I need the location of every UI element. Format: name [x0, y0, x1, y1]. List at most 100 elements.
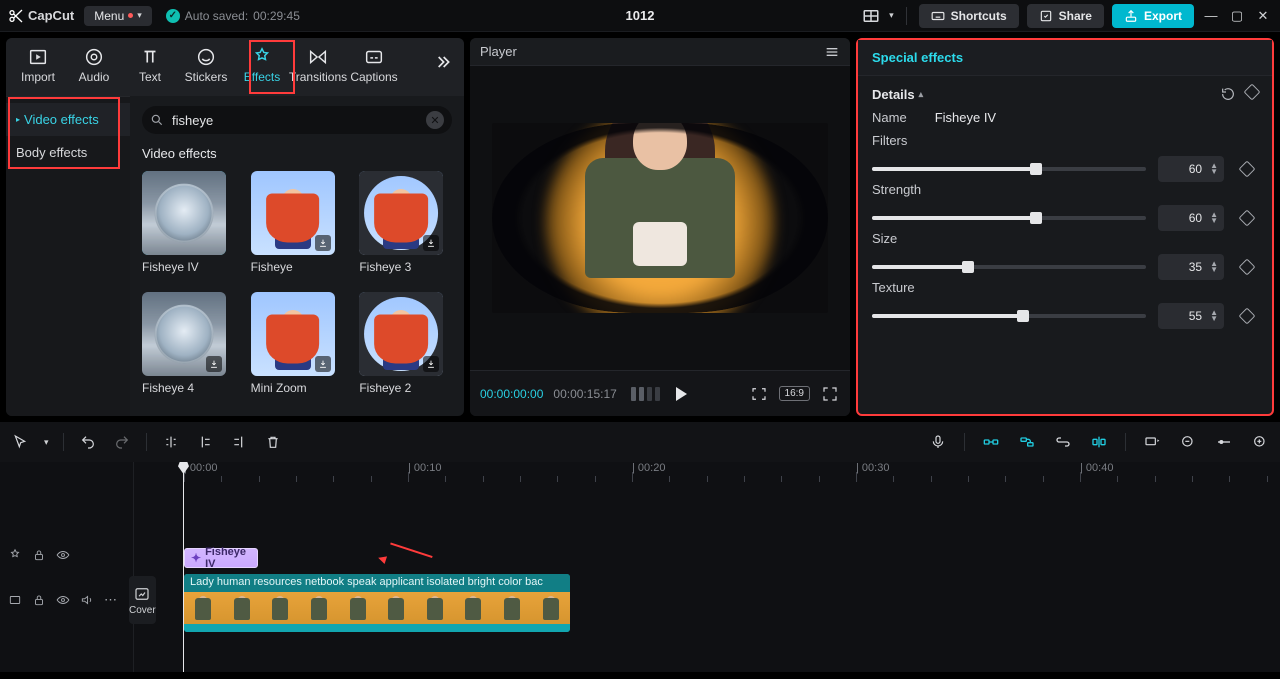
notification-dot-icon [128, 13, 133, 18]
param-slider[interactable] [872, 216, 1146, 220]
timeline: ⋯ Cover | 00:00| 00:10| 00:20| 00:30| 00… [0, 462, 1280, 672]
effect-thumb[interactable] [359, 292, 443, 376]
effect-label: Fisheye [251, 260, 340, 274]
align-tracks-icon[interactable] [1089, 432, 1109, 452]
eye-icon[interactable] [56, 593, 70, 607]
player-menu-icon[interactable] [824, 44, 840, 60]
keyframe-icon[interactable] [1239, 161, 1256, 178]
effect-thumb[interactable] [359, 171, 443, 255]
timeline-ruler[interactable]: | 00:00| 00:10| 00:20| 00:30| 00:40 [134, 462, 1280, 482]
param-label: Size [872, 231, 1258, 246]
zoom-out-icon[interactable] [1178, 432, 1198, 452]
search-input[interactable] [170, 112, 420, 129]
download-icon[interactable] [423, 356, 439, 372]
export-button[interactable]: Export [1112, 4, 1194, 28]
effect-clip[interactable]: ✦ Fisheye IV [184, 548, 258, 568]
download-icon[interactable] [423, 235, 439, 251]
play-button[interactable] [676, 387, 687, 401]
player-canvas[interactable] [470, 66, 850, 370]
param-spinbox[interactable]: 60▲▼ [1158, 156, 1224, 182]
lock-icon[interactable] [32, 593, 46, 607]
minimize-button[interactable]: — [1202, 8, 1220, 23]
effect-label: Mini Zoom [251, 381, 340, 395]
tabs-overflow[interactable] [432, 44, 460, 72]
effect-card[interactable]: Fisheye 2 [359, 292, 448, 395]
video-clip[interactable]: Lady human resources netbook speak appli… [184, 574, 570, 632]
redo-icon[interactable] [112, 432, 132, 452]
clear-icon[interactable]: ✕ [426, 111, 444, 129]
preview-render-icon[interactable] [1142, 432, 1162, 452]
trim-left-icon[interactable] [195, 432, 215, 452]
param-spinbox[interactable]: 35▲▼ [1158, 254, 1224, 280]
param-spinbox[interactable]: 55▲▼ [1158, 303, 1224, 329]
keyframe-icon[interactable] [1239, 259, 1256, 276]
mic-icon[interactable] [928, 432, 948, 452]
speaker-icon[interactable] [80, 593, 94, 607]
timeline-body[interactable]: | 00:00| 00:10| 00:20| 00:30| 00:40 ✦ Fi… [134, 462, 1280, 672]
sidebar-item-label: Video effects [24, 112, 99, 127]
keyframe-icon[interactable] [1239, 308, 1256, 325]
effect-card[interactable]: Fisheye 3 [359, 171, 448, 274]
trim-right-icon[interactable] [229, 432, 249, 452]
main-grid: Import Audio Text Stickers Effects Trans… [0, 32, 1280, 422]
split-icon[interactable] [161, 432, 181, 452]
sidebar-item-video-effects[interactable]: ▸ Video effects [6, 103, 130, 136]
effects-track[interactable]: ✦ Fisheye IV [184, 548, 1280, 568]
delete-icon[interactable] [263, 432, 283, 452]
close-button[interactable]: ✕ [1254, 8, 1272, 24]
scale-fit-icon[interactable] [749, 384, 769, 404]
video-track[interactable]: Lady human resources netbook speak appli… [184, 574, 1280, 632]
menu-button[interactable]: Menu ▾ [84, 6, 152, 26]
tab-transitions[interactable]: Transitions [290, 44, 346, 86]
more-icon[interactable]: ⋯ [104, 592, 119, 608]
layout-chevron-down-icon[interactable]: ▾ [889, 10, 894, 21]
keyframe-icon[interactable] [1239, 210, 1256, 227]
param-slider[interactable] [872, 167, 1146, 171]
link-track-icon[interactable] [1017, 432, 1037, 452]
star-icon[interactable] [8, 548, 22, 562]
cursor-chevron-down-icon[interactable]: ▾ [44, 437, 49, 448]
share-button[interactable]: Share [1027, 4, 1104, 28]
effect-thumb[interactable] [142, 171, 226, 255]
search-box[interactable]: ✕ [142, 106, 452, 134]
download-icon[interactable] [315, 235, 331, 251]
tab-text[interactable]: Text [122, 44, 178, 86]
effect-card[interactable]: Mini Zoom [251, 292, 340, 395]
param-slider[interactable] [872, 314, 1146, 318]
lock-icon[interactable] [32, 548, 46, 562]
reset-icon[interactable] [1220, 86, 1236, 102]
shortcuts-button[interactable]: Shortcuts [919, 4, 1019, 28]
chain-icon[interactable] [1053, 432, 1073, 452]
layout-icon[interactable] [861, 6, 881, 26]
cursor-icon[interactable] [10, 432, 30, 452]
eye-icon[interactable] [56, 548, 70, 562]
snap-icon[interactable] [981, 432, 1001, 452]
clip-icon[interactable] [8, 593, 22, 607]
zoom-in-icon[interactable] [1250, 432, 1270, 452]
effect-card[interactable]: Fisheye 4 [142, 292, 231, 395]
tab-audio[interactable]: Audio [66, 44, 122, 86]
download-icon[interactable] [315, 356, 331, 372]
keyframe-icon[interactable] [1244, 84, 1261, 101]
tab-captions[interactable]: Captions [346, 44, 402, 86]
maximize-button[interactable]: ▢ [1228, 8, 1246, 24]
zoom-slider-icon[interactable] [1214, 432, 1234, 452]
tab-import[interactable]: Import [10, 44, 66, 86]
effect-thumb[interactable] [251, 292, 335, 376]
tab-stickers[interactable]: Stickers [178, 44, 234, 86]
caret-up-icon[interactable]: ▴ [919, 89, 924, 100]
undo-icon[interactable] [78, 432, 98, 452]
sidebar-item-body-effects[interactable]: Body effects [6, 136, 130, 169]
effect-thumb[interactable] [142, 292, 226, 376]
param-slider[interactable] [872, 265, 1146, 269]
tab-effects-label: Effects [244, 70, 280, 84]
download-icon[interactable] [206, 356, 222, 372]
aspect-ratio-button[interactable]: 16:9 [779, 386, 810, 401]
effect-thumb[interactable] [251, 171, 335, 255]
fullscreen-icon[interactable] [820, 384, 840, 404]
effect-card[interactable]: Fisheye [251, 171, 340, 274]
param-spinbox[interactable]: 60▲▼ [1158, 205, 1224, 231]
tab-effects[interactable]: Effects [234, 44, 290, 86]
effect-card[interactable]: Fisheye IV [142, 171, 231, 274]
left-body: ▸ Video effects Body effects ✕ Video eff… [6, 96, 464, 416]
